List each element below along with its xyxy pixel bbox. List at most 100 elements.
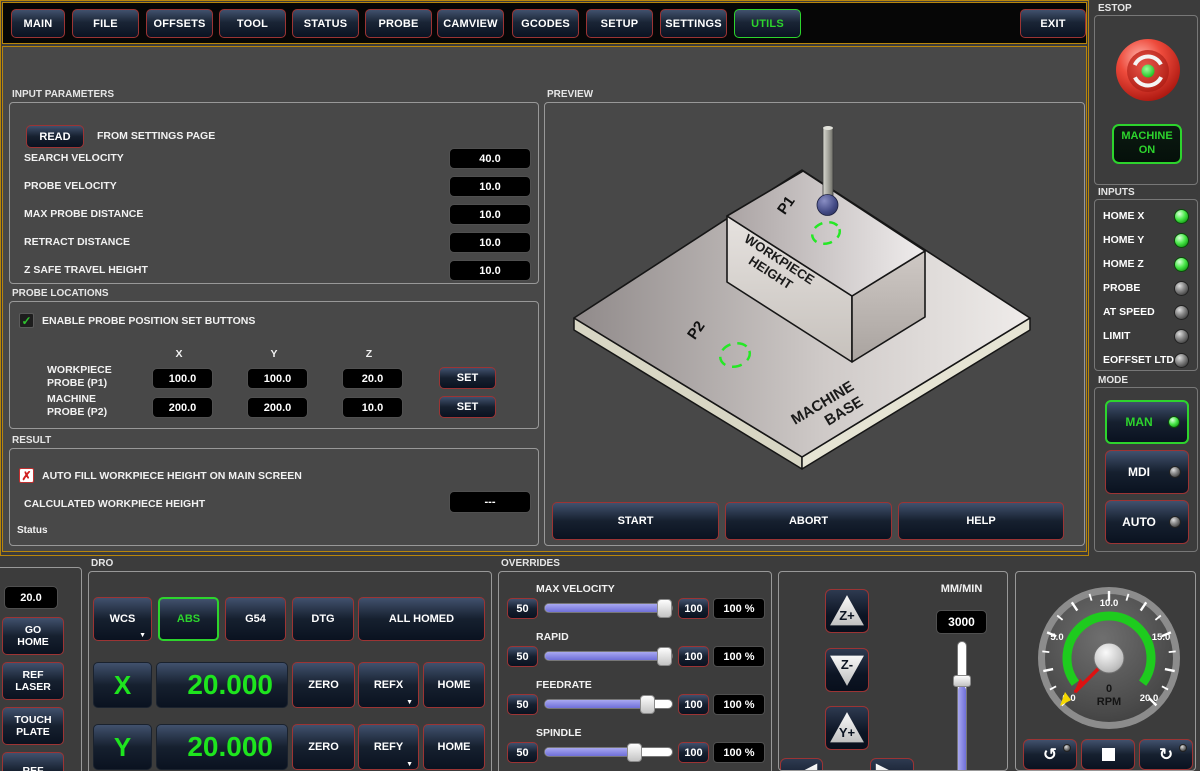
- gauge-tick-15: 15.0: [1152, 632, 1171, 643]
- mode-mdi-button[interactable]: MDI: [1105, 450, 1189, 494]
- jog-rate-field[interactable]: 3000: [936, 610, 987, 634]
- spindle-ovr-max-button[interactable]: 100: [678, 742, 709, 763]
- estop-button[interactable]: [1115, 38, 1181, 104]
- dtg-button[interactable]: DTG: [292, 597, 354, 641]
- gauge-value: 0: [1106, 683, 1112, 695]
- mode-auto-button[interactable]: AUTO: [1105, 500, 1189, 544]
- mode-title: MODE: [1098, 375, 1128, 386]
- menu-utils[interactable]: UTILS: [734, 9, 801, 38]
- mode-man-button[interactable]: MAN: [1105, 400, 1189, 444]
- abs-button[interactable]: ABS: [158, 597, 219, 641]
- jog-rate-slider[interactable]: [957, 641, 967, 771]
- y-zero-button[interactable]: ZERO: [292, 724, 355, 770]
- jog-x-plus-button[interactable]: [870, 758, 914, 771]
- max-velocity-min-button[interactable]: 50: [507, 598, 538, 619]
- p1-row-label-line1: WORKPIECE: [47, 364, 112, 376]
- x-ref-button[interactable]: REFX▼: [358, 662, 419, 708]
- x-home-button[interactable]: HOME: [423, 662, 485, 708]
- gauge-tick-5: 5.0: [1050, 632, 1063, 643]
- g54-button[interactable]: G54: [225, 597, 286, 641]
- menu-status[interactable]: STATUS: [292, 9, 359, 38]
- menu-tool[interactable]: TOOL: [219, 9, 286, 38]
- probe-stem: [823, 128, 833, 201]
- spindle-ovr-slider[interactable]: [544, 747, 673, 757]
- menu-bar: MAIN FILE OFFSETS TOOL STATUS PROBE CAMV…: [2, 2, 1087, 44]
- y-home-button[interactable]: HOME: [423, 724, 485, 770]
- axis-y-label: Y: [93, 724, 152, 770]
- y-ref-button[interactable]: REFY▼: [358, 724, 419, 770]
- all-homed-button[interactable]: ALL HOMED: [358, 597, 485, 641]
- read-button[interactable]: READ: [26, 125, 84, 148]
- menu-offsets[interactable]: OFFSETS: [146, 9, 213, 38]
- p1-z-field[interactable]: 20.0: [342, 368, 403, 389]
- calculated-height-field: ---: [449, 491, 531, 513]
- rapid-max-button[interactable]: 100: [678, 646, 709, 667]
- p1-y-field[interactable]: 100.0: [247, 368, 308, 389]
- p2-z-field[interactable]: 10.0: [342, 397, 403, 418]
- feedrate-pct: 100 %: [713, 694, 765, 715]
- spindle-stop-button[interactable]: [1081, 739, 1135, 770]
- left-panel-value-field[interactable]: 20.0: [4, 586, 58, 609]
- machine-on-button[interactable]: MACHINE ON: [1112, 124, 1182, 164]
- spindle-reverse-button[interactable]: ↺: [1023, 739, 1077, 770]
- rotate-cw-icon: ↻: [1159, 745, 1173, 765]
- x-zero-button[interactable]: ZERO: [292, 662, 355, 708]
- probe-velocity-field[interactable]: 10.0: [449, 176, 531, 197]
- result-group: RESULT ✗ AUTO FILL WORKPIECE HEIGHT ON M…: [9, 448, 539, 546]
- inputs-group: HOME X HOME Y HOME Z PROBE AT SPEED LIMI…: [1094, 199, 1198, 371]
- enable-set-buttons-checkbox[interactable]: ✓: [19, 313, 34, 328]
- probe-velocity-label: PROBE VELOCITY: [24, 180, 117, 192]
- search-velocity-label: SEARCH VELOCITY: [24, 152, 124, 164]
- spindle-ovr-min-button[interactable]: 50: [507, 742, 538, 763]
- estop-center-led: [1142, 65, 1155, 78]
- touch-plate-button[interactable]: TOUCHPLATE: [2, 707, 64, 745]
- feedrate-min-button[interactable]: 50: [507, 694, 538, 715]
- col-x-header: X: [159, 348, 199, 360]
- p2-set-button[interactable]: SET: [439, 396, 496, 418]
- p1-set-button[interactable]: SET: [439, 367, 496, 389]
- max-velocity-max-button[interactable]: 100: [678, 598, 709, 619]
- mode-group: MAN MDI AUTO: [1094, 387, 1198, 552]
- max-velocity-slider[interactable]: [544, 603, 673, 613]
- rapid-slider[interactable]: [544, 651, 673, 661]
- jog-y-plus-button[interactable]: Y+: [825, 706, 869, 750]
- dro-group: DRO WCS▼ ABS G54 DTG ALL HOMED X 20.000 …: [88, 571, 492, 771]
- menu-file[interactable]: FILE: [72, 9, 139, 38]
- ref-button[interactable]: REF: [2, 752, 64, 771]
- menu-settings[interactable]: SETTINGS: [660, 9, 727, 38]
- retract-distance-field[interactable]: 10.0: [449, 232, 531, 253]
- wcs-button[interactable]: WCS▼: [93, 597, 152, 641]
- z-safe-height-field[interactable]: 10.0: [449, 260, 531, 281]
- feedrate-slider[interactable]: [544, 699, 673, 709]
- menu-gcodes[interactable]: GCODES: [512, 9, 579, 38]
- ref-laser-button[interactable]: REFLASER: [2, 662, 64, 700]
- jog-z-minus-button[interactable]: Z-: [825, 648, 869, 692]
- spindle-ovr-pct: 100 %: [713, 742, 765, 763]
- p1-x-field[interactable]: 100.0: [152, 368, 213, 389]
- help-button[interactable]: HELP: [898, 502, 1064, 540]
- input-eoffset-ltd: EOFFSET LTD: [1095, 348, 1197, 372]
- max-probe-distance-field[interactable]: 10.0: [449, 204, 531, 225]
- axis-x-value: 20.000: [156, 662, 288, 708]
- go-home-button[interactable]: GOHOME: [2, 617, 64, 655]
- search-velocity-field[interactable]: 40.0: [449, 148, 531, 169]
- p2-y-field[interactable]: 200.0: [247, 397, 308, 418]
- menu-setup[interactable]: SETUP: [586, 9, 653, 38]
- start-button[interactable]: START: [552, 502, 719, 540]
- exit-button[interactable]: EXIT: [1020, 9, 1086, 38]
- probe-locations-group: PROBE LOCATIONS ✓ ENABLE PROBE POSITION …: [9, 301, 539, 429]
- p2-x-field[interactable]: 200.0: [152, 397, 213, 418]
- spindle-forward-button[interactable]: ↻: [1139, 739, 1193, 770]
- jog-x-minus-button[interactable]: [780, 758, 823, 771]
- feedrate-max-button[interactable]: 100: [678, 694, 709, 715]
- auto-led: [1169, 516, 1181, 528]
- abort-button[interactable]: ABORT: [725, 502, 892, 540]
- menu-main[interactable]: MAIN: [11, 9, 65, 38]
- jog-z-plus-button[interactable]: Z+: [825, 589, 869, 633]
- workpiece-panel: INPUT PARAMETERS READ FROM SETTINGS PAGE…: [2, 46, 1087, 552]
- rapid-min-button[interactable]: 50: [507, 646, 538, 667]
- input-at-speed: AT SPEED: [1095, 300, 1197, 324]
- menu-camview[interactable]: CAMVIEW: [437, 9, 504, 38]
- menu-probe[interactable]: PROBE: [365, 9, 432, 38]
- autofill-checkbox[interactable]: ✗: [19, 468, 34, 483]
